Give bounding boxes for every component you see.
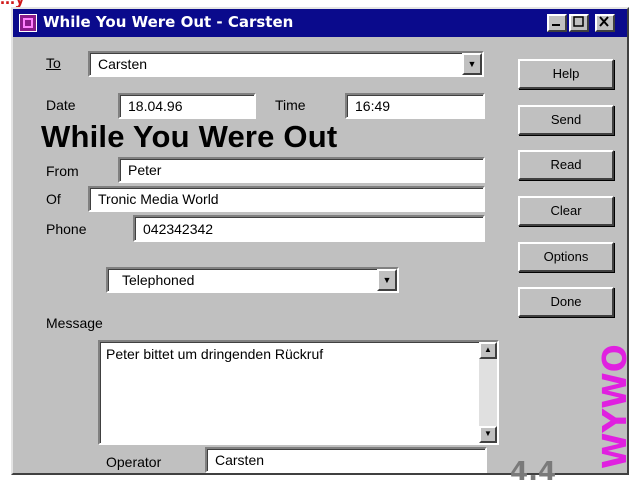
scroll-up-button[interactable]: ▲ [479, 342, 497, 359]
minimize-button[interactable] [547, 14, 567, 32]
logo-text: WYWO [596, 345, 632, 469]
form-headline: While You Were Out [41, 119, 338, 154]
operator-field[interactable]: Carsten [205, 447, 487, 473]
maximize-button[interactable] [569, 14, 589, 32]
maximize-icon [573, 16, 584, 27]
app-window: While You Were Out - Carsten To Carsten … [11, 7, 629, 487]
from-field[interactable]: Peter [118, 157, 485, 183]
status-dropdown[interactable]: Telephoned ▼ [106, 267, 399, 293]
send-button[interactable]: Send [518, 105, 614, 135]
wywo-logo: WYWO [596, 345, 632, 469]
close-icon [599, 16, 609, 27]
time-label: Time [275, 97, 306, 113]
title-bar[interactable]: While You Were Out - Carsten [13, 9, 627, 37]
phone-field[interactable]: 042342342 [133, 215, 485, 242]
message-textarea[interactable]: Peter bittet um dringenden Rückruf ▲ ▼ [98, 340, 499, 445]
minimize-icon [552, 24, 560, 26]
operator-label: Operator [106, 454, 162, 470]
date-label: Date [46, 97, 76, 113]
to-dropdown-button[interactable]: ▼ [462, 53, 482, 75]
status-dropdown-button[interactable]: ▼ [377, 269, 397, 291]
to-value: Carsten [98, 56, 148, 72]
from-label: From [46, 163, 79, 179]
message-scrollbar[interactable]: ▲ ▼ [479, 342, 497, 443]
arrow-up-icon: ▲ [484, 345, 492, 354]
status-value: Telephoned [122, 272, 195, 288]
of-field[interactable]: Tronic Media World [88, 186, 485, 212]
scroll-down-button[interactable]: ▼ [479, 426, 497, 443]
close-button[interactable] [595, 14, 615, 32]
help-button[interactable]: Help [518, 59, 614, 89]
done-button[interactable]: Done [518, 287, 614, 317]
time-field[interactable]: 16:49 [345, 93, 485, 119]
arrow-down-icon: ▼ [484, 429, 492, 438]
message-label: Message [46, 315, 103, 331]
read-button[interactable]: Read [518, 150, 614, 180]
clear-button[interactable]: Clear [518, 196, 614, 226]
app-icon[interactable] [19, 14, 37, 32]
date-field[interactable]: 18.04.96 [118, 93, 256, 119]
of-label: Of [46, 191, 61, 207]
to-label: To [46, 55, 61, 71]
to-dropdown[interactable]: Carsten ▼ [88, 51, 484, 77]
phone-label: Phone [46, 221, 87, 237]
version-number: 4.4 [510, 457, 557, 487]
chevron-down-icon: ▼ [467, 59, 477, 69]
message-text: Peter bittet um dringenden Rückruf [106, 346, 324, 362]
window-title: While You Were Out - Carsten [43, 13, 294, 31]
options-button[interactable]: Options [518, 242, 614, 272]
chevron-down-icon: ▼ [382, 275, 392, 285]
